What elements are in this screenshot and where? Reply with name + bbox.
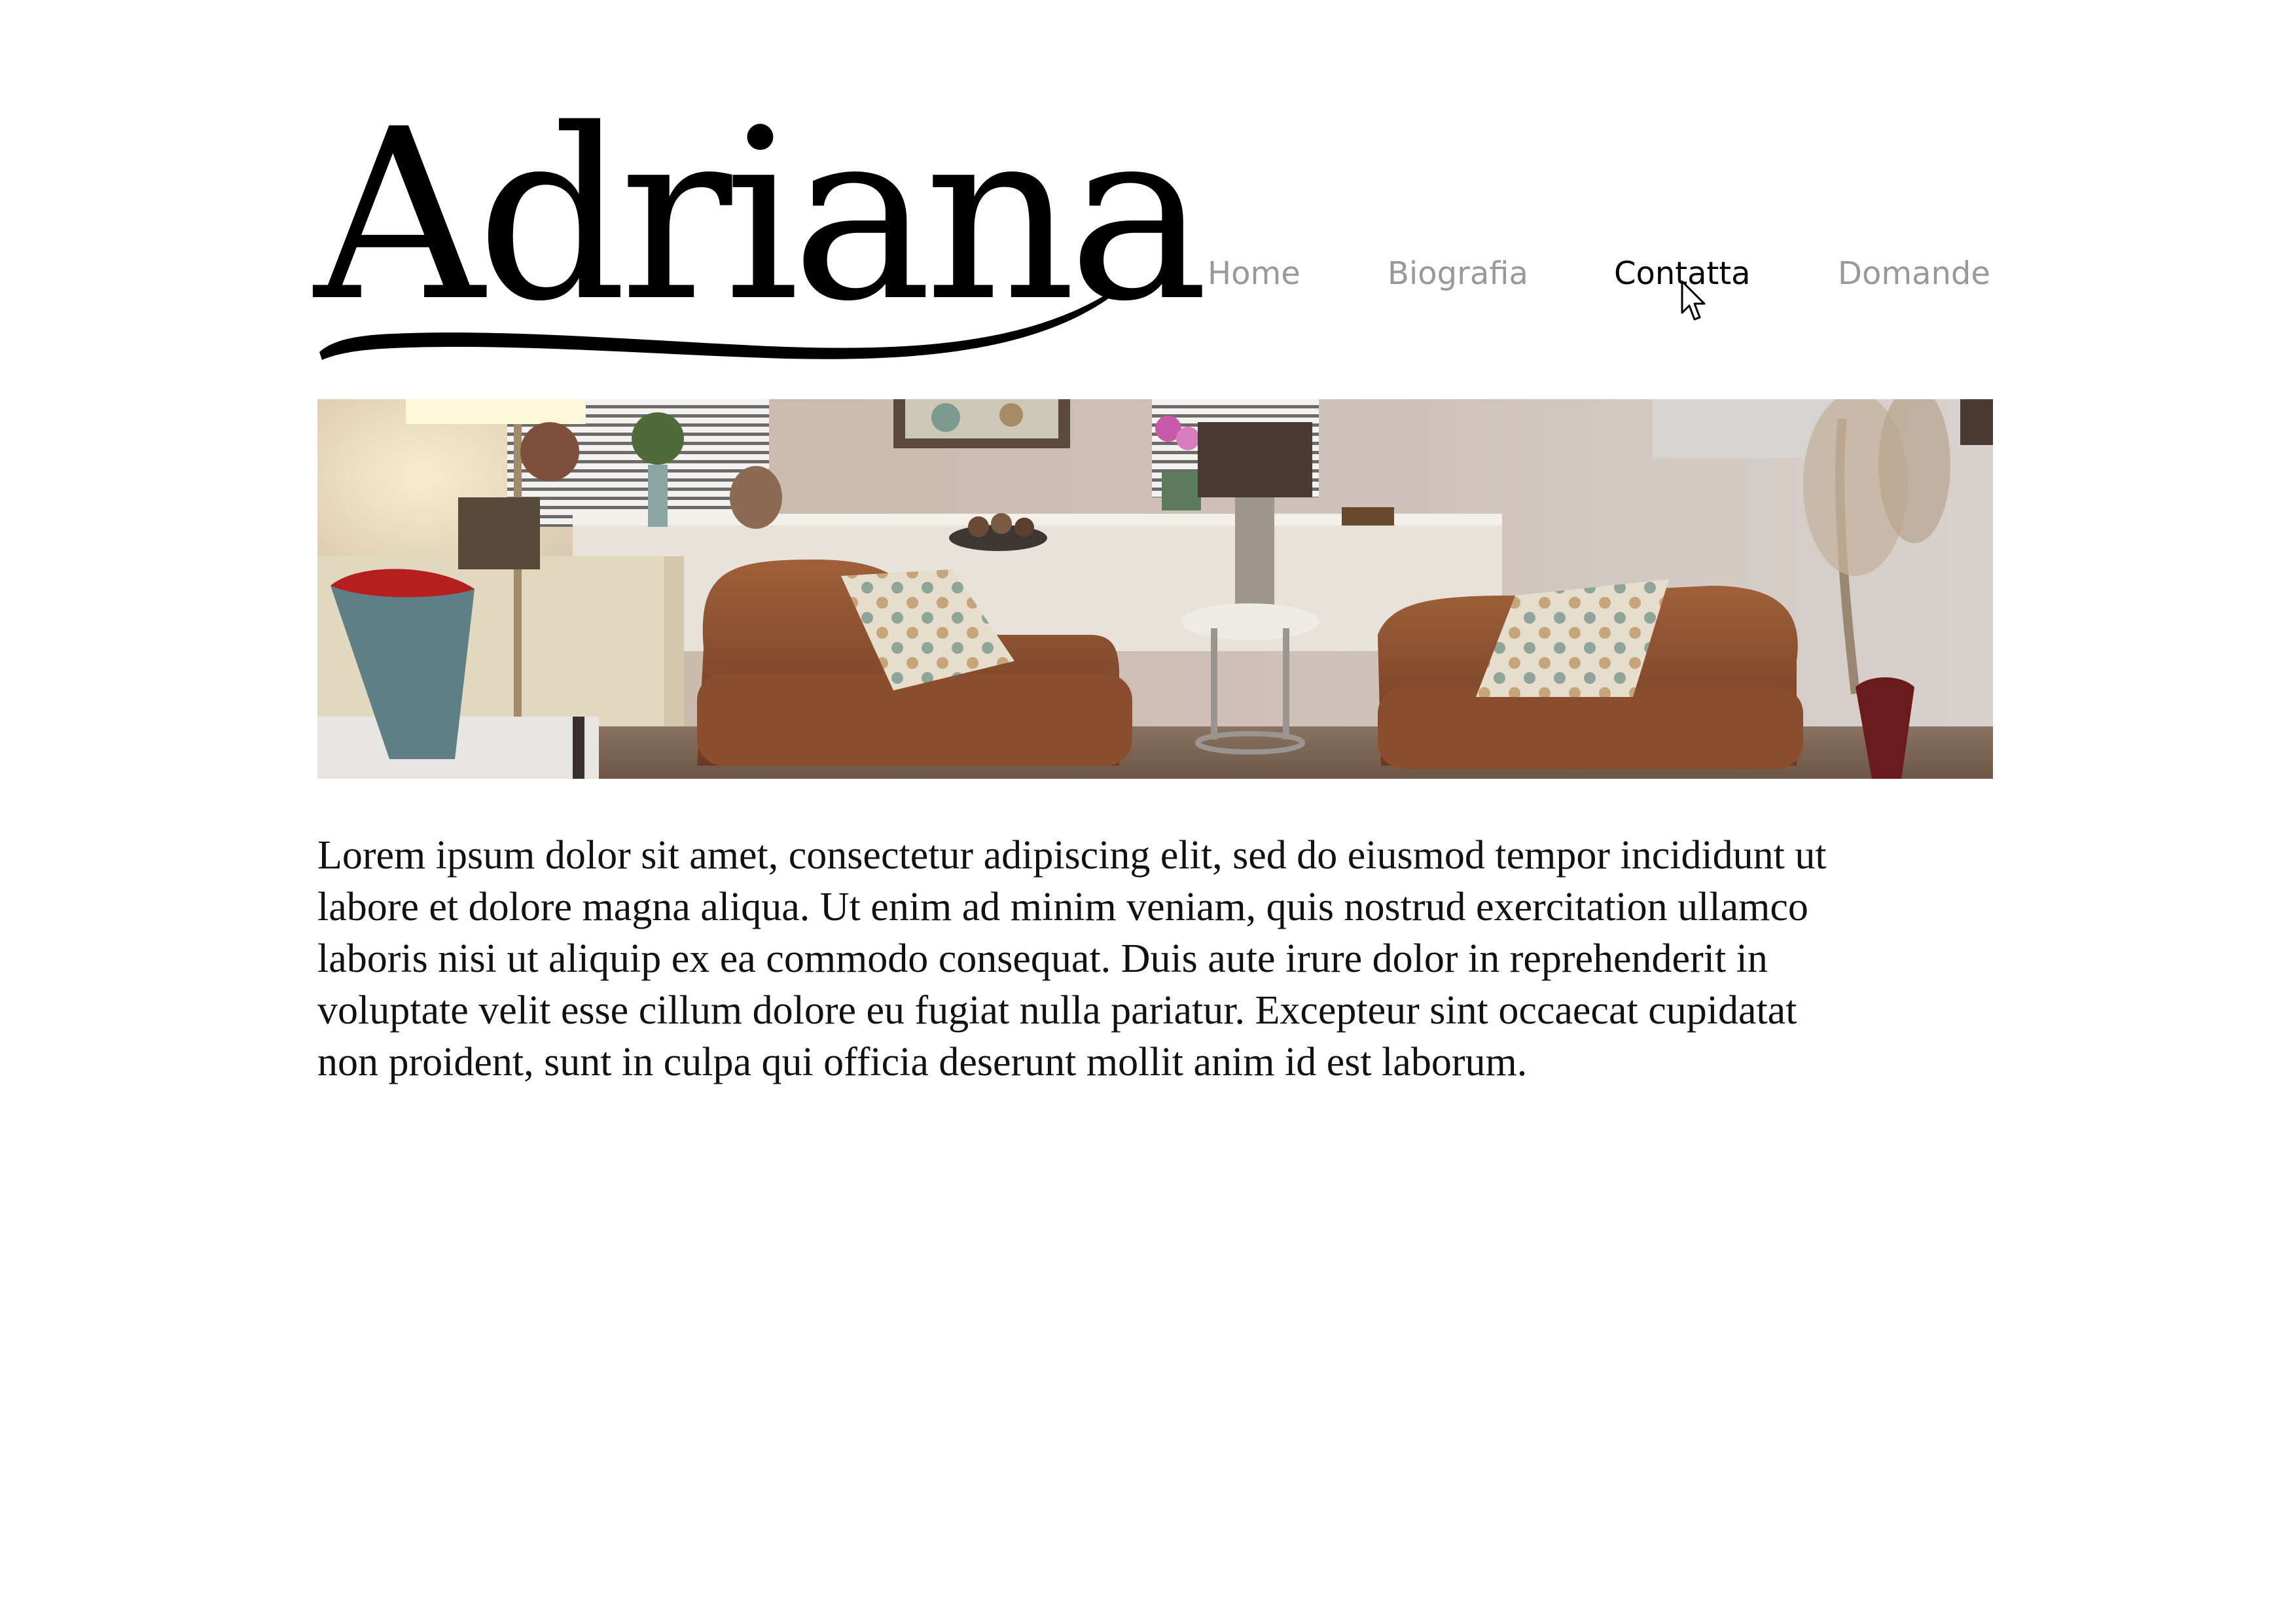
paragraph-line: Lorem ipsum dolor sit amet, consectetur … (317, 833, 1827, 878)
paragraph-line: non proident, sunt in culpa qui officia … (317, 1040, 1528, 1084)
nav-home[interactable]: Home (1208, 251, 1300, 296)
paragraph-line: voluptate velit esse cillum dolore eu fu… (317, 988, 1797, 1033)
main-nav: Home Biografia Contatta Domande (0, 251, 2296, 296)
paragraph-line: labore et dolore magna aliqua. Ut enim a… (317, 885, 1808, 929)
mouse-pointer-icon (1681, 280, 1706, 321)
intro-paragraph: Lorem ipsum dolor sit amet, consectetur … (317, 830, 2006, 1088)
paragraph-line: laboris nisi ut aliquip ex ea commodo co… (317, 936, 1768, 981)
site-logo[interactable]: Adriana (314, 98, 1209, 360)
hero-image (317, 399, 1993, 779)
nav-domande[interactable]: Domande (1838, 251, 1990, 296)
logo-swash (319, 294, 1109, 360)
nav-biografia[interactable]: Biografia (1388, 251, 1528, 296)
